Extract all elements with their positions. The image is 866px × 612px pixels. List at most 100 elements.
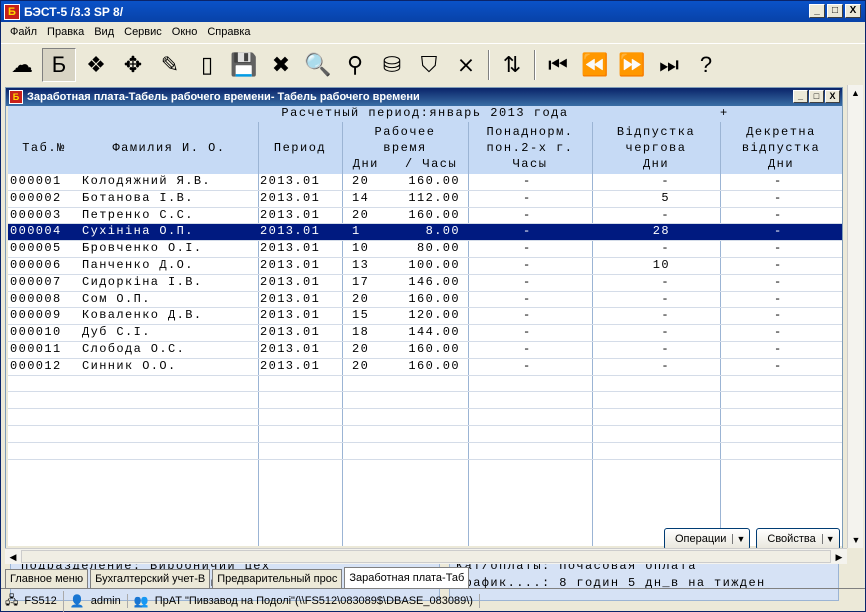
scroll-right-icon[interactable]: ▶ <box>831 549 847 565</box>
properties-button[interactable]: Свойства ▼ <box>756 528 840 550</box>
header-fio[interactable]: Фамилия И. О. <box>80 140 258 156</box>
header-overtime-line2: пон.2-х г. <box>486 141 574 155</box>
cloud-icon[interactable]: ☁ <box>5 48 39 82</box>
table-row[interactable]: 000004 Сухініна О.П. 2013.01 1 8.00 - 28 - <box>8 224 842 242</box>
save-icon[interactable]: 💾 <box>227 48 261 82</box>
name-cell: Синник О.О. <box>82 358 177 373</box>
menu-view[interactable]: Вид <box>89 26 119 38</box>
header-period[interactable]: Период <box>258 140 342 156</box>
empty-row[interactable] <box>8 376 842 393</box>
hours-cell: 146.00 <box>408 274 460 289</box>
first-record-icon[interactable]: ⏮ <box>541 48 575 82</box>
table-row[interactable]: 000002 Ботанова І.В. 2013.01 14 112.00 - 5 - <box>8 191 842 208</box>
table-row[interactable]: 000006 Панченко Д.О. 2013.01 13 100.00 - 10 - <box>8 258 842 275</box>
table-row[interactable]: 000008 Сом О.П. 2013.01 20 160.00 - - - <box>8 292 842 309</box>
child-app-icon: Б <box>9 90 23 104</box>
child-maximize-button[interactable]: □ <box>809 90 824 103</box>
table-row[interactable]: 000003 Петренко С.С. 2013.01 20 160.00 - - - <box>8 208 842 225</box>
clear-filter-icon[interactable]: ⨯ <box>449 48 483 82</box>
tab-payroll[interactable]: Заработная плата-Таб <box>344 567 470 588</box>
sort-icon[interactable]: ⇅ <box>495 48 529 82</box>
last-record-icon[interactable]: ⏭ <box>652 48 686 82</box>
empty-row[interactable] <box>8 392 842 410</box>
table-row[interactable]: 000011 Слобода О.С. 2013.01 20 160.00 - - - <box>8 342 842 359</box>
table-row[interactable]: 000009 Коваленко Д.В. 2013.01 15 120.00 - - - <box>8 308 842 326</box>
app-title: БЭСТ-5 /3.3 SP 8/ <box>24 4 124 19</box>
tab-preview[interactable]: Предварительный прос <box>212 569 343 588</box>
hours-cell: 120.00 <box>408 308 460 323</box>
expand-plus-icon[interactable]: + <box>720 106 729 120</box>
vacation-cell: - <box>661 291 670 306</box>
operations-button[interactable]: Операции ▼ <box>664 528 751 550</box>
header-tabno[interactable]: Таб.№ <box>8 140 80 156</box>
name-cell: Панченко Д.О. <box>82 257 194 272</box>
header-work-sub: Дни / Часы <box>352 157 458 171</box>
days-cell: 20 <box>352 341 370 356</box>
operations-dropdown-icon[interactable]: ▼ <box>732 534 745 544</box>
horizontal-scrollbar[interactable]: ◀ ▶ <box>5 548 847 564</box>
hours-cell: 100.00 <box>408 257 460 272</box>
menu-window[interactable]: Окно <box>167 26 203 38</box>
close-button[interactable]: X <box>845 4 861 18</box>
empty-row[interactable] <box>8 426 842 443</box>
properties-label: Свойства <box>767 533 816 545</box>
edit-icon[interactable]: ✎ <box>153 48 187 82</box>
empty-row[interactable] <box>8 409 842 426</box>
module-icon[interactable]: Б <box>42 47 76 82</box>
timesheet-grid[interactable]: Расчетный период:январь 2013 года + Таб.… <box>8 106 842 546</box>
delete-icon[interactable]: ✖ <box>264 48 298 82</box>
vacation-cell: - <box>661 308 670 323</box>
name-cell: Сом О.П. <box>82 291 151 306</box>
header-overtime-line1[interactable]: Понаднорм. <box>468 124 592 140</box>
settings-list-icon[interactable]: ✥ <box>116 48 150 82</box>
menu-edit[interactable]: Правка <box>42 26 89 38</box>
table-row[interactable]: 000007 Сидоркіна І.В. 2013.01 17 146.00 - - - <box>8 275 842 292</box>
vertical-scrollbar[interactable]: ▲ ▼ <box>847 85 863 548</box>
tab-number-cell: 000002 <box>10 190 62 205</box>
empty-row[interactable] <box>8 443 842 460</box>
filter-dropdown-icon[interactable]: ⛉ <box>412 48 446 82</box>
hours-cell: 160.00 <box>408 207 460 222</box>
hours-cell: 80.00 <box>416 241 460 256</box>
scroll-left-icon[interactable]: ◀ <box>5 549 21 565</box>
child-title-bar[interactable]: Б Заработная плата-Табель рабочего време… <box>6 88 842 106</box>
group-icon[interactable]: ❖ <box>79 48 113 82</box>
scroll-down-icon[interactable]: ▼ <box>848 532 864 548</box>
header-maternity-line1[interactable]: Декретна <box>720 124 842 140</box>
maternity-cell: - <box>774 241 783 256</box>
vacation-cell: - <box>661 325 670 340</box>
maximize-button[interactable]: □ <box>827 4 843 18</box>
child-close-button[interactable]: X <box>825 90 840 103</box>
prev-record-icon[interactable]: ⏪ <box>578 48 612 82</box>
scroll-up-icon[interactable]: ▲ <box>848 85 863 101</box>
title-bar[interactable]: Б БЭСТ-5 /3.3 SP 8/ _ □ X <box>1 1 865 22</box>
period-cell: 2013.01 <box>260 207 321 222</box>
scroll-thumb[interactable] <box>21 550 831 563</box>
table-row[interactable]: 000010 Дуб С.І. 2013.01 18 144.00 - - - <box>8 325 842 342</box>
vacation-cell: - <box>661 207 670 222</box>
header-work-line2: время <box>383 141 427 155</box>
filter-icon[interactable]: ⛁ <box>375 48 409 82</box>
search-icon[interactable]: 🔍 <box>301 48 335 82</box>
table-row[interactable]: 000001 Колодяжний Я.В. 2013.01 20 160.00 - - - <box>8 174 842 191</box>
child-minimize-button[interactable]: _ <box>793 90 808 103</box>
properties-dropdown-icon[interactable]: ▼ <box>821 534 835 544</box>
header-work-line1[interactable]: Рабочее <box>342 124 468 140</box>
minimize-button[interactable]: _ <box>809 4 825 18</box>
new-document-icon[interactable]: ▯ <box>190 48 224 82</box>
find-icon[interactable]: ⚲ <box>338 48 372 82</box>
menu-file[interactable]: Файл <box>5 26 42 38</box>
help-icon[interactable]: ? <box>689 48 723 82</box>
tab-number-cell: 000006 <box>10 257 62 272</box>
tab-accounting[interactable]: Бухгалтерский учет-В <box>90 569 211 588</box>
table-row[interactable]: 000012 Синник О.О. 2013.01 20 160.00 - - - <box>8 359 842 376</box>
table-row[interactable]: 000005 Бровченко О.І. 2013.01 10 80.00 - - - <box>8 241 842 258</box>
menu-service[interactable]: Сервис <box>119 26 167 38</box>
maternity-cell: - <box>774 190 783 205</box>
tab-main-menu[interactable]: Главное меню <box>5 569 89 588</box>
next-record-icon[interactable]: ⏩ <box>615 48 649 82</box>
menu-help[interactable]: Справка <box>202 26 255 38</box>
header-vacation-line1[interactable]: Відпустка <box>592 124 720 140</box>
vacation-cell: 28 <box>652 224 670 239</box>
grid-rows: 000001 Колодяжний Я.В. 2013.01 20 160.00- - -0… <box>8 174 842 460</box>
